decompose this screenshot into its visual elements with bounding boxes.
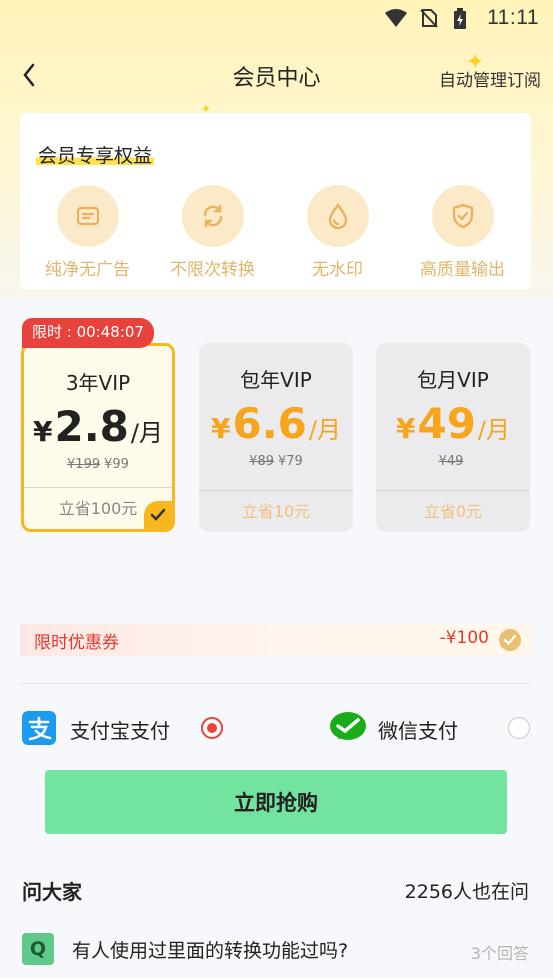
price-amount: 6.6 (232, 399, 307, 448)
plan-original-price: ¥49 (376, 454, 530, 469)
coupon-label: 限时优惠券 (34, 633, 119, 653)
plan-original-price: ¥89 ¥79 (199, 454, 353, 469)
back-button[interactable] (14, 58, 44, 92)
benefit-no-watermark: 无水印 (275, 185, 400, 280)
qa-answer-count: 3个回答 (470, 944, 529, 963)
currency-symbol: ¥ (211, 412, 231, 445)
auto-manage-subscription-link[interactable]: 自动管理订阅 (439, 66, 541, 91)
benefit-label: 无水印 (312, 260, 363, 280)
price-unit: /月 (130, 419, 163, 447)
plan-card-monthly[interactable]: 包月VIP ¥ 49 /月 ¥49 立省0元 (376, 343, 530, 532)
qa-question[interactable]: 有人使用过里面的转换功能过吗? (72, 936, 348, 963)
benefit-unlimited-convert: 不限次转换 (150, 185, 275, 280)
plan-name: 包月VIP (417, 368, 489, 392)
plan-savings: 立省10元 (199, 490, 353, 532)
alipay-radio[interactable] (201, 717, 223, 739)
benefit-label: 不限次转换 (170, 260, 255, 280)
qa-count[interactable]: 2256人也在问 (405, 877, 529, 904)
plan-card-yearly[interactable]: 包年VIP ¥ 6.6 /月 ¥89 ¥79 立省10元 (199, 343, 353, 532)
benefit-label: 纯净无广告 (45, 260, 130, 280)
plan-card-3-year[interactable]: 3年VIP ¥ 2.8 /月 ¥199 ¥99 立省100元 (21, 343, 175, 532)
battery-charging-icon (453, 8, 475, 29)
price-amount: 49 (417, 399, 476, 448)
plan-original-price: ¥199 ¥99 (24, 457, 172, 472)
water-drop-icon (306, 185, 369, 247)
price-unit: /月 (308, 416, 341, 444)
chevron-left-icon (23, 63, 35, 87)
plan-name: 3年VIP (65, 371, 131, 395)
status-bar: 11:11 (0, 0, 553, 36)
price-amount: 2.8 (54, 402, 129, 451)
wechat-pay-label[interactable]: 微信支付 (378, 715, 458, 744)
shield-check-icon (431, 185, 494, 247)
price-unit: /月 (477, 416, 511, 444)
coupon-value: -¥100 (439, 628, 489, 648)
benefit-label: 高质量输出 (420, 260, 505, 280)
benefit-high-quality: 高质量输出 (400, 185, 525, 280)
plan-price: ¥ 49 /月 (376, 399, 530, 448)
alipay-label[interactable]: 支付宝支付 (70, 715, 170, 744)
qa-title: 问大家 (22, 880, 82, 904)
plan-name: 包年VIP (240, 368, 312, 392)
alipay-icon (22, 711, 56, 745)
plan-price: ¥ 6.6 /月 (199, 399, 353, 448)
plan-price: ¥ 2.8 /月 (24, 402, 172, 451)
original-price: ¥49 (438, 454, 464, 469)
currency-symbol: ¥ (395, 412, 416, 445)
benefits-card: 会员专享权益 纯净无广告 不限次转换 无水印 高质量输出 (20, 113, 531, 289)
benefits-title: 会员专享权益 (36, 141, 155, 168)
buy-now-button[interactable]: 立即抢购 (45, 770, 507, 834)
selected-check-icon (144, 501, 172, 529)
clock: 11:11 (487, 6, 539, 29)
benefit-ad-free: 纯净无广告 (25, 185, 150, 280)
currency-symbol: ¥ (33, 415, 53, 448)
wechat-pay-radio[interactable] (508, 717, 530, 739)
original-price: ¥89 (249, 454, 274, 469)
wifi-icon (385, 8, 408, 28)
original-price: ¥199 (67, 457, 101, 472)
question-badge-icon: Q (22, 933, 54, 965)
no-sim-icon (419, 8, 441, 28)
coupon-row[interactable]: 限时优惠券 -¥100 (20, 624, 531, 656)
wechat-pay-icon (329, 711, 367, 745)
current-price: ¥99 (104, 457, 129, 472)
refresh-icon (181, 185, 244, 247)
divider (20, 683, 531, 684)
limited-time-countdown: 限时 : 00:48:07 (22, 318, 154, 348)
plan-savings: 立省0元 (376, 490, 530, 532)
check-circle-icon (499, 629, 521, 651)
current-price: ¥79 (278, 454, 303, 469)
ad-free-icon (56, 185, 119, 247)
sparkle-icon: ✦ (466, 50, 485, 75)
